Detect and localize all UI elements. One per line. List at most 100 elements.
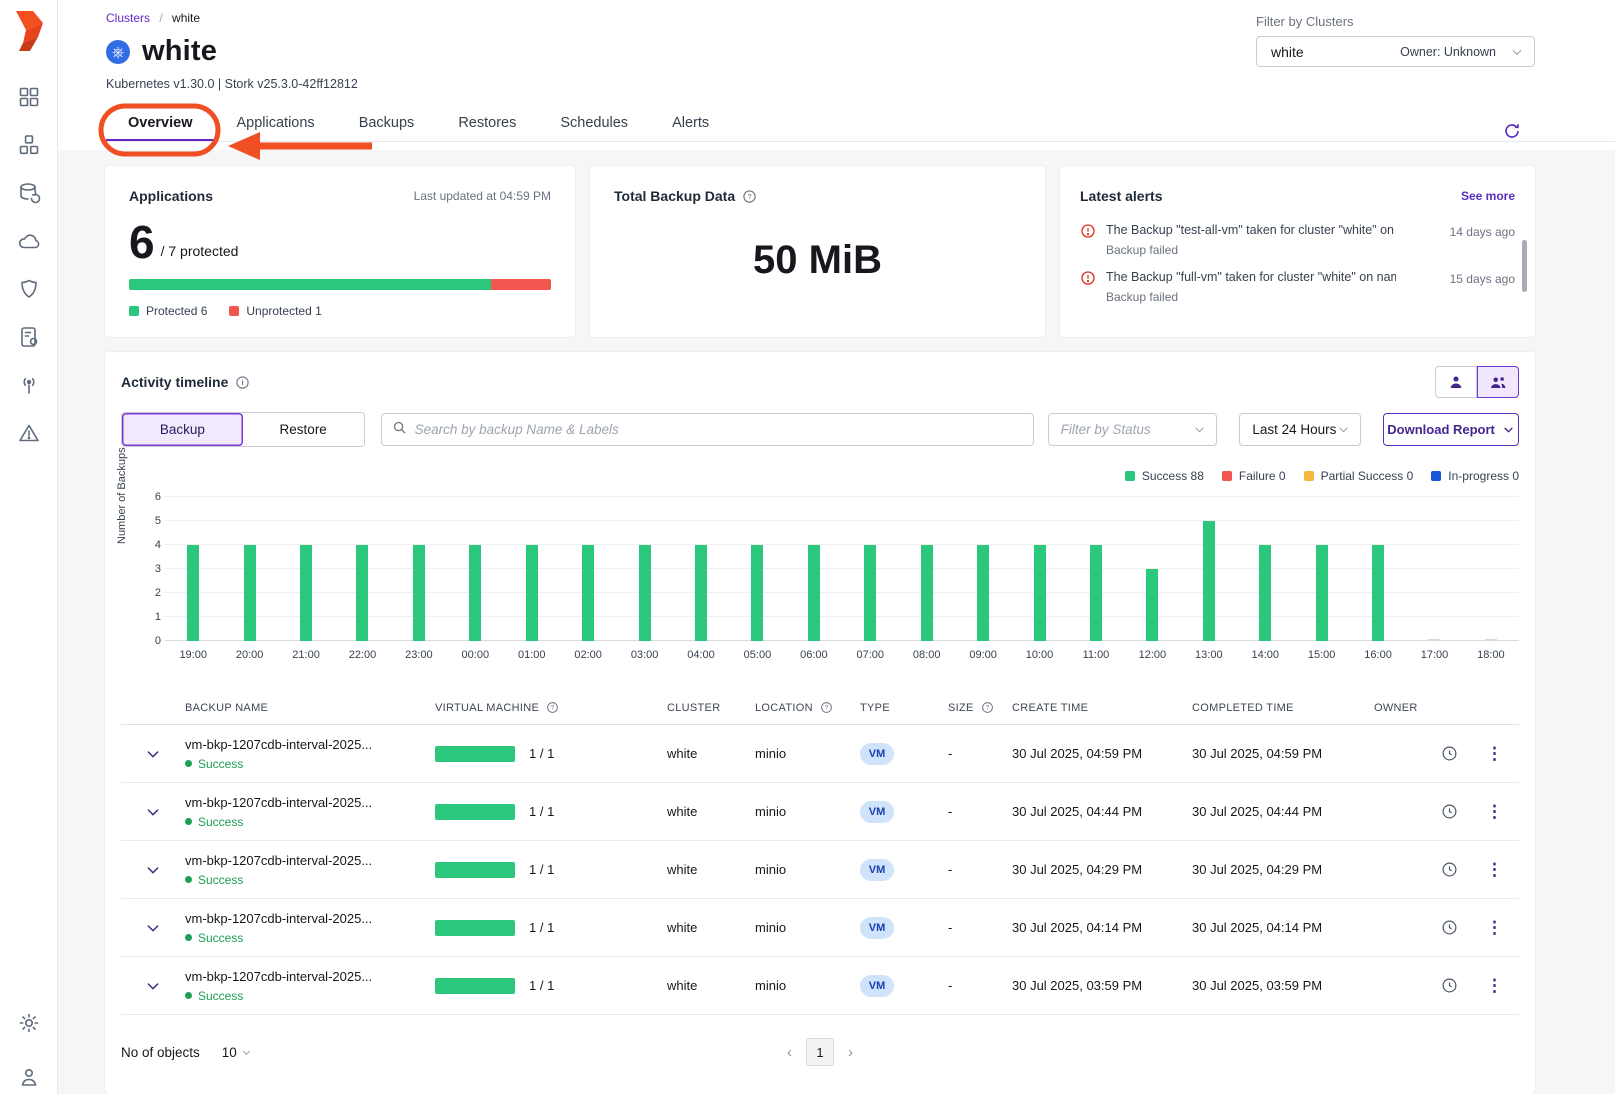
single-user-view-button[interactable] <box>1435 366 1477 398</box>
clock-icon[interactable] <box>1441 977 1458 994</box>
expand-row-chevron-icon[interactable] <box>121 920 185 936</box>
antenna-icon[interactable] <box>16 372 42 398</box>
backup-name[interactable]: vm-bkp-1207cdb-interval-2025... <box>185 853 435 868</box>
backup-bar[interactable] <box>1090 545 1102 641</box>
backup-bar[interactable] <box>469 545 481 641</box>
time-range-select[interactable]: Last 24 Hours <box>1239 413 1361 446</box>
clusters-icon[interactable] <box>16 132 42 158</box>
backup-bar[interactable] <box>413 545 425 641</box>
owner-view-toggle <box>1435 366 1519 398</box>
person-icon[interactable] <box>16 1064 42 1090</box>
row-actions-kebab-icon[interactable]: ⋮ <box>1486 919 1503 936</box>
warning-triangle-icon[interactable] <box>16 420 42 446</box>
breadcrumb-clusters-link[interactable]: Clusters <box>106 11 150 25</box>
clock-icon[interactable] <box>1441 861 1458 878</box>
backup-toggle-option[interactable]: Backup <box>122 413 243 446</box>
help-icon[interactable]: ? <box>546 701 559 714</box>
tab-alerts[interactable]: Alerts <box>650 108 731 141</box>
expand-row-chevron-icon[interactable] <box>121 804 185 820</box>
tab-applications[interactable]: Applications <box>215 108 337 141</box>
column-header: SIZE? <box>948 701 1012 714</box>
all-users-view-button[interactable] <box>1477 366 1519 398</box>
x-tick-label: 03:00 <box>616 649 672 661</box>
backup-name[interactable]: vm-bkp-1207cdb-interval-2025... <box>185 969 435 984</box>
backup-bar[interactable] <box>244 545 256 641</box>
x-tick-label: 01:00 <box>504 649 560 661</box>
row-actions-kebab-icon[interactable]: ⋮ <box>1486 861 1503 878</box>
backup-bar[interactable] <box>1034 545 1046 641</box>
clock-icon[interactable] <box>1441 919 1458 936</box>
page-number-button[interactable]: 1 <box>806 1038 834 1066</box>
backup-bar[interactable] <box>751 545 763 641</box>
backup-bar[interactable] <box>1259 545 1271 641</box>
shield-icon[interactable] <box>16 276 42 302</box>
x-tick-label: 09:00 <box>955 649 1011 661</box>
cluster-select-value: white <box>1271 44 1304 60</box>
backup-bar[interactable] <box>300 545 312 641</box>
clock-icon[interactable] <box>1441 745 1458 762</box>
backup-bar[interactable] <box>695 545 707 641</box>
alert-item: The Backup "full-vm" taken for cluster "… <box>1080 269 1515 304</box>
backup-name[interactable]: vm-bkp-1207cdb-interval-2025... <box>185 911 435 926</box>
backup-bar[interactable] <box>977 545 989 641</box>
backup-name[interactable]: vm-bkp-1207cdb-interval-2025... <box>185 737 435 752</box>
y-tick-label: 3 <box>147 563 161 575</box>
tab-schedules[interactable]: Schedules <box>538 108 650 141</box>
backup-bar[interactable] <box>864 545 876 641</box>
completed-time-cell: 30 Jul 2025, 04:14 PM <box>1192 920 1374 935</box>
backup-bar[interactable] <box>187 545 199 641</box>
expand-row-chevron-icon[interactable] <box>121 862 185 878</box>
row-actions-kebab-icon[interactable]: ⋮ <box>1486 745 1503 762</box>
backup-bar[interactable] <box>1316 545 1328 641</box>
location-cell: minio <box>755 920 860 935</box>
help-icon[interactable]: ? <box>981 701 994 714</box>
expand-row-chevron-icon[interactable] <box>121 746 185 762</box>
backup-bar[interactable] <box>921 545 933 641</box>
backup-name[interactable]: vm-bkp-1207cdb-interval-2025... <box>185 795 435 810</box>
backup-bar[interactable] <box>356 545 368 641</box>
see-more-link[interactable]: See more <box>1461 189 1515 203</box>
tab-overview[interactable]: Overview <box>106 108 215 141</box>
page-size-select[interactable]: 10 <box>222 1045 252 1060</box>
backup-restore-icon[interactable] <box>16 180 42 206</box>
backup-bar[interactable] <box>1372 545 1384 641</box>
owner-cell: ⋮ <box>1374 803 1519 820</box>
status-filter-select[interactable]: Filter by Status <box>1048 413 1218 446</box>
search-input[interactable] <box>415 422 1023 437</box>
refresh-icon[interactable] <box>1503 122 1521 140</box>
x-tick-label: 10:00 <box>1011 649 1067 661</box>
clock-icon[interactable] <box>1441 803 1458 820</box>
location-cell: minio <box>755 804 860 819</box>
gear-icon[interactable] <box>16 1010 42 1036</box>
backup-bar[interactable] <box>582 545 594 641</box>
backup-bar[interactable] <box>639 545 651 641</box>
alerts-scrollbar[interactable] <box>1522 240 1527 292</box>
cluster-filter-select[interactable]: white Owner: Unknown <box>1256 36 1535 67</box>
row-actions-kebab-icon[interactable]: ⋮ <box>1486 977 1503 994</box>
expand-row-chevron-icon[interactable] <box>121 978 185 994</box>
prev-page-button[interactable]: ‹ <box>787 1044 792 1061</box>
bar-slot <box>1406 497 1462 641</box>
backup-bar[interactable] <box>1428 639 1440 641</box>
tab-restores[interactable]: Restores <box>436 108 538 141</box>
help-icon[interactable]: ? <box>820 701 833 714</box>
cloud-icon[interactable] <box>16 228 42 254</box>
download-report-button[interactable]: Download Report <box>1383 413 1519 446</box>
server-settings-icon[interactable] <box>16 324 42 350</box>
next-page-button[interactable]: › <box>848 1044 853 1061</box>
grid-icon[interactable] <box>16 84 42 110</box>
filter-by-clusters: Filter by Clusters white Owner: Unknown <box>1256 14 1535 67</box>
backup-bar[interactable] <box>808 545 820 641</box>
info-icon[interactable]: i <box>235 375 250 390</box>
bar-slot <box>1011 497 1067 641</box>
row-actions-kebab-icon[interactable]: ⋮ <box>1486 803 1503 820</box>
tab-backups[interactable]: Backups <box>337 108 437 141</box>
backup-bar[interactable] <box>526 545 538 641</box>
restore-toggle-option[interactable]: Restore <box>243 413 364 446</box>
help-icon[interactable]: ? <box>742 189 757 204</box>
portworx-logo[interactable] <box>10 10 48 52</box>
backup-bar[interactable] <box>1485 639 1497 641</box>
backup-bar[interactable] <box>1203 521 1215 641</box>
breadcrumb-separator: / <box>159 11 162 25</box>
backup-bar[interactable] <box>1146 569 1158 641</box>
